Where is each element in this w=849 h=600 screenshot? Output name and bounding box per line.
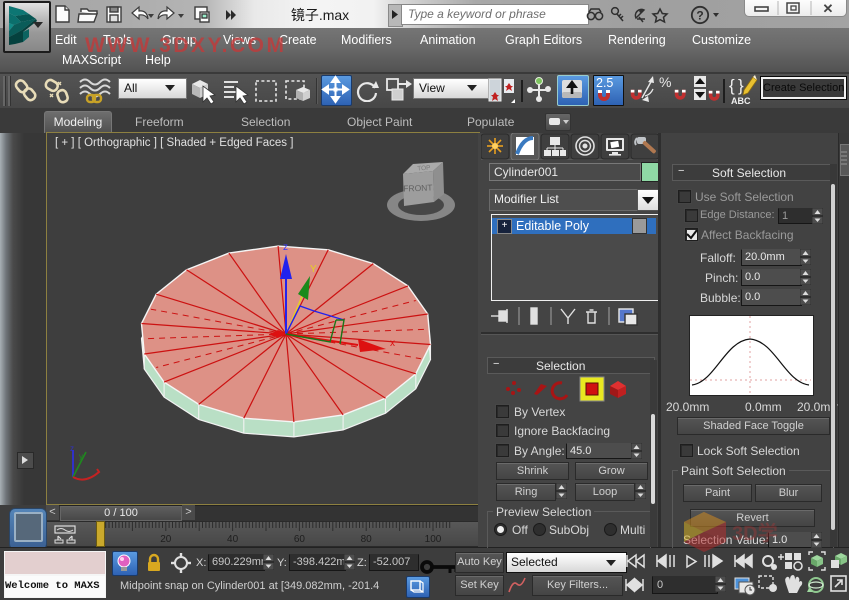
svg-text:z: z: [283, 242, 288, 253]
svg-text:40: 40: [227, 534, 239, 545]
svg-text:z: z: [70, 444, 74, 453]
svg-text:y: y: [79, 452, 83, 461]
svg-text:}: }: [738, 76, 744, 95]
svg-text:ABC: ABC: [731, 96, 751, 106]
svg-text:100: 100: [425, 534, 442, 545]
svg-text:%: %: [659, 74, 671, 90]
svg-text:{: {: [729, 76, 735, 95]
svg-text:80: 80: [361, 534, 373, 545]
svg-text:3D学: 3D学: [732, 521, 778, 545]
svg-text:TOP: TOP: [417, 165, 431, 173]
svg-text:x: x: [390, 338, 395, 349]
svg-text:Y: Y: [310, 264, 317, 275]
svg-text:60: 60: [294, 534, 306, 545]
svg-text:FRONT: FRONT: [403, 182, 433, 193]
svg-text:?: ?: [696, 9, 703, 23]
svg-text:20: 20: [160, 534, 172, 545]
svg-text:✕: ✕: [823, 1, 834, 16]
